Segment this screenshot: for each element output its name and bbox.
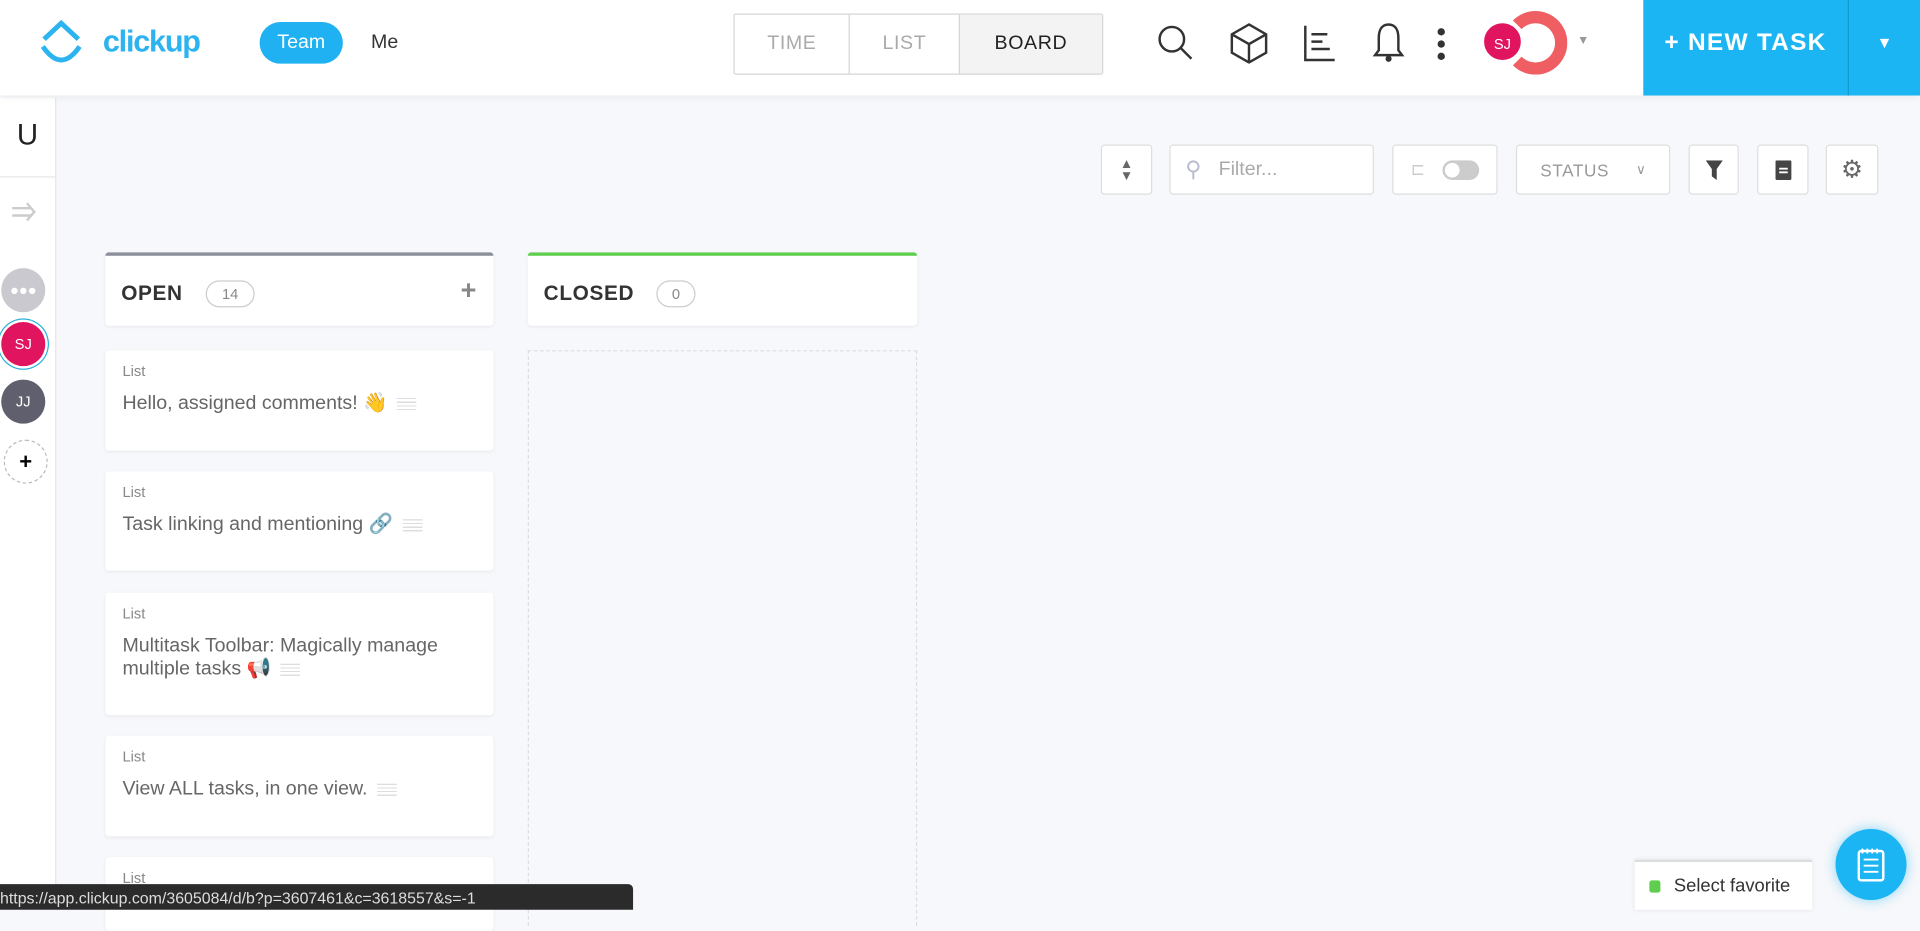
notepad-button[interactable] — [1835, 828, 1907, 901]
funnel-icon — [1705, 159, 1723, 180]
left-sidebar: U ●●● SJ JJ + — [0, 97, 57, 910]
add-task-plus-icon[interactable]: + — [461, 274, 477, 306]
sort-button[interactable]: ▲ ▼ — [1100, 144, 1153, 195]
collapse-arrow-icon[interactable] — [10, 201, 39, 223]
card-task-name: Hello, assigned comments! 👋 — [122, 393, 388, 414]
column-title: OPEN — [121, 281, 183, 305]
member-avatar-jj[interactable]: JJ — [1, 379, 46, 424]
top-header: clickup Team Me TIME LIST BOARD SJ ▼ + N… — [0, 0, 1920, 96]
filter-button[interactable] — [1688, 144, 1739, 195]
tab-list[interactable]: LIST — [850, 14, 960, 74]
description-icon — [397, 397, 417, 410]
clickup-logo-icon — [40, 19, 82, 63]
card-list-label: List — [122, 604, 146, 623]
new-task-label[interactable]: + NEW TASK — [1643, 0, 1847, 96]
column-header-open: OPEN 14 + — [105, 252, 494, 326]
scope-tab-team[interactable]: Team — [259, 22, 343, 64]
status-dot-icon — [1649, 879, 1661, 893]
logo-text[interactable]: clickup — [103, 24, 201, 60]
card-task-name: View ALL tasks, in one view. — [122, 778, 368, 800]
new-task-dropdown-icon[interactable]: ▼ — [1847, 0, 1920, 96]
status-bar-url: https://app.clickup.com/3605084/d/b?p=36… — [0, 884, 634, 910]
filter-placeholder: Filter... — [1218, 158, 1278, 180]
dashboard-chart-icon[interactable] — [1303, 23, 1337, 62]
tab-board[interactable]: BOARD — [959, 14, 1103, 74]
column-header-closed: CLOSED 0 — [527, 252, 918, 326]
task-card[interactable]: List Hello, assigned comments! 👋 — [105, 350, 494, 451]
scope-tab-me[interactable]: Me — [371, 32, 398, 54]
view-switcher: TIME LIST BOARD — [733, 13, 1104, 75]
bell-icon[interactable] — [1371, 21, 1405, 63]
member-avatar-sj[interactable]: SJ — [1, 322, 46, 367]
sort-icon: ▲ ▼ — [1119, 156, 1134, 184]
more-options-icon[interactable] — [1434, 28, 1449, 61]
notepad-icon — [1857, 848, 1885, 882]
card-task-name: Task linking and mentioning 🔗 — [122, 514, 393, 536]
column-count: 14 — [205, 280, 255, 308]
subtasks-icon: ⊏ — [1410, 159, 1426, 179]
space-selector[interactable]: U — [0, 98, 56, 178]
favorites-label: Select favorite — [1673, 875, 1791, 897]
settings-gear-icon[interactable]: ⚙ — [1825, 144, 1879, 195]
user-avatar[interactable]: SJ — [1481, 20, 1524, 63]
description-icon — [377, 783, 397, 796]
description-icon — [280, 663, 301, 676]
card-list-label: List — [122, 483, 146, 501]
closed-drop-zone[interactable] — [527, 350, 918, 926]
card-list-label: List — [122, 748, 146, 766]
toggle-switch[interactable] — [1442, 159, 1480, 180]
subtasks-toggle[interactable]: ⊏ — [1392, 144, 1498, 195]
status-group-select[interactable]: STATUS ∨ — [1515, 144, 1671, 195]
task-card[interactable]: List View ALL tasks, in one view. — [105, 735, 494, 837]
add-member-icon[interactable]: + — [3, 439, 48, 484]
status-label: STATUS — [1540, 159, 1610, 180]
column-title: CLOSED — [543, 281, 635, 305]
cube-icon[interactable] — [1229, 22, 1268, 64]
chevron-down-icon: ∨ — [1635, 162, 1646, 178]
new-task-button[interactable]: + NEW TASK ▼ — [1643, 0, 1920, 96]
search-icon[interactable] — [1156, 23, 1195, 62]
save-view-button[interactable] — [1757, 144, 1809, 195]
description-icon — [402, 518, 423, 532]
team-group-icon[interactable]: ●●● — [1, 268, 46, 313]
favorites-bar[interactable]: Select favorite — [1634, 859, 1813, 910]
search-icon: ⚲ — [1185, 156, 1202, 182]
tab-time[interactable]: TIME — [735, 14, 851, 74]
filter-input[interactable]: ⚲ Filter... — [1169, 144, 1374, 195]
save-icon — [1774, 159, 1791, 180]
card-list-label: List — [122, 362, 146, 380]
column-count: 0 — [656, 280, 696, 308]
profile-caret-icon[interactable]: ▼ — [1577, 34, 1589, 47]
task-card[interactable]: List Multitask Toolbar: Magically manage … — [105, 592, 494, 716]
task-card[interactable]: List Task linking and mentioning 🔗 — [105, 471, 494, 571]
